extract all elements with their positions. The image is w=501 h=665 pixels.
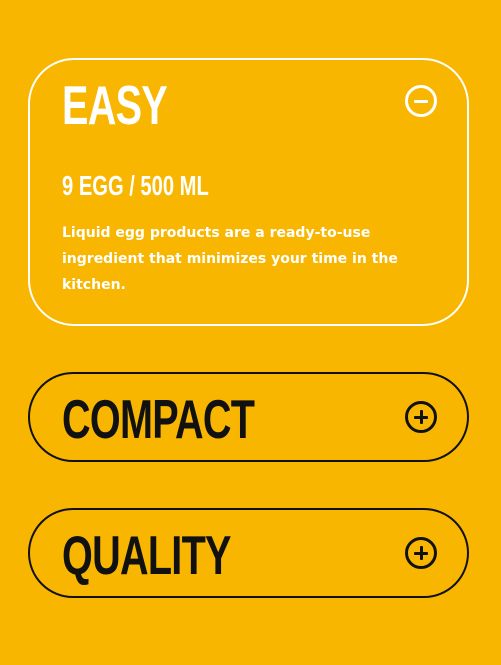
plus-bar-vertical — [419, 410, 423, 424]
accordion-title-quality[interactable]: QUALITY — [62, 528, 231, 583]
accordion-title-compact[interactable]: COMPACT — [62, 392, 255, 447]
minus-circle-icon[interactable] — [405, 85, 437, 117]
accordion-subtitle-easy: 9 EGG / 500 ML — [62, 170, 209, 201]
plus-circle-icon[interactable] — [405, 401, 437, 433]
minus-bar — [414, 99, 428, 103]
accordion-item-quality[interactable]: QUALITY — [28, 508, 469, 598]
accordion-item-easy: EASY 9 EGG / 500 ML Liquid egg products … — [28, 58, 469, 326]
accordion-description-easy: Liquid egg products are a ready-to-use i… — [62, 225, 398, 293]
plus-circle-icon[interactable] — [405, 537, 437, 569]
plus-bar-vertical — [419, 546, 423, 560]
accordion-title-easy[interactable]: EASY — [62, 78, 168, 133]
accordion-item-compact[interactable]: COMPACT — [28, 372, 469, 462]
